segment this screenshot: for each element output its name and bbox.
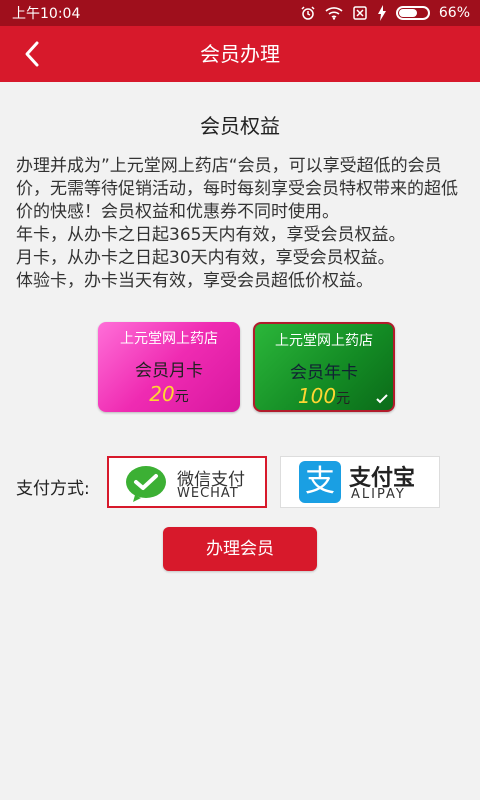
no-sim-icon xyxy=(352,5,368,21)
alarm-icon xyxy=(300,5,316,21)
card-price: 20元 xyxy=(98,382,240,406)
alipay-logo-icon: 支 xyxy=(299,461,341,503)
card-title: 会员年卡 xyxy=(290,363,358,383)
status-time: 上午10:04 xyxy=(12,6,81,22)
description-line-trial: 体验卡，办卡当天有效，享受会员超低价权益。 xyxy=(16,271,373,291)
section-title: 会员权益 xyxy=(200,114,280,138)
card-price-unit: 元 xyxy=(174,389,189,405)
wechat-logo-icon xyxy=(126,466,166,502)
card-shop-name: 上元堂网上药店 xyxy=(275,333,373,349)
alipay-english: ALIPAY xyxy=(351,487,406,502)
charging-icon xyxy=(377,5,387,21)
description-line-year: 年卡，从办卡之日起365天内有效，享受会员权益。 xyxy=(16,225,406,245)
card-price-value: 20 xyxy=(149,382,175,406)
description-paragraph: 办理并成为”上元堂网上药店“会员，可以享受超低的会员价，无需等待促销活动，每时每… xyxy=(16,156,458,222)
alipay-option[interactable]: 支 支付宝 ALIPAY xyxy=(280,456,440,508)
card-shop-name: 上元堂网上药店 xyxy=(120,331,218,347)
description-line-month: 月卡，从办卡之日起30天内有效，享受会员权益。 xyxy=(16,248,395,268)
wechat-pay-option[interactable]: 微信支付 WECHAT xyxy=(107,456,267,508)
checkmark-icon xyxy=(376,394,388,404)
card-price-value: 100 xyxy=(297,384,337,408)
page-title: 会员办理 xyxy=(200,42,280,66)
benefits-description: 办理并成为”上元堂网上药店“会员，可以享受超低的会员价，无需等待促销活动，每时每… xyxy=(16,155,468,293)
status-icons: 66% xyxy=(300,5,470,21)
payment-method-label: 支付方式: xyxy=(16,479,90,499)
battery-icon xyxy=(395,6,430,20)
nav-bar: 会员办理 xyxy=(0,26,480,82)
wechat-pay-english: WECHAT xyxy=(177,486,239,501)
battery-percent: 66% xyxy=(438,5,470,21)
card-title: 会员月卡 xyxy=(135,361,203,381)
card-price-unit: 元 xyxy=(336,391,351,407)
wifi-icon xyxy=(325,6,343,20)
submit-membership-button[interactable]: 办理会员 xyxy=(163,527,317,571)
annual-card-option[interactable]: 上元堂网上药店 会员年卡 100元 xyxy=(253,322,395,412)
card-price: 100元 xyxy=(255,384,393,408)
status-bar: 上午10:04 66% xyxy=(0,0,480,26)
monthly-card-option[interactable]: 上元堂网上药店 会员月卡 20元 xyxy=(98,322,240,412)
